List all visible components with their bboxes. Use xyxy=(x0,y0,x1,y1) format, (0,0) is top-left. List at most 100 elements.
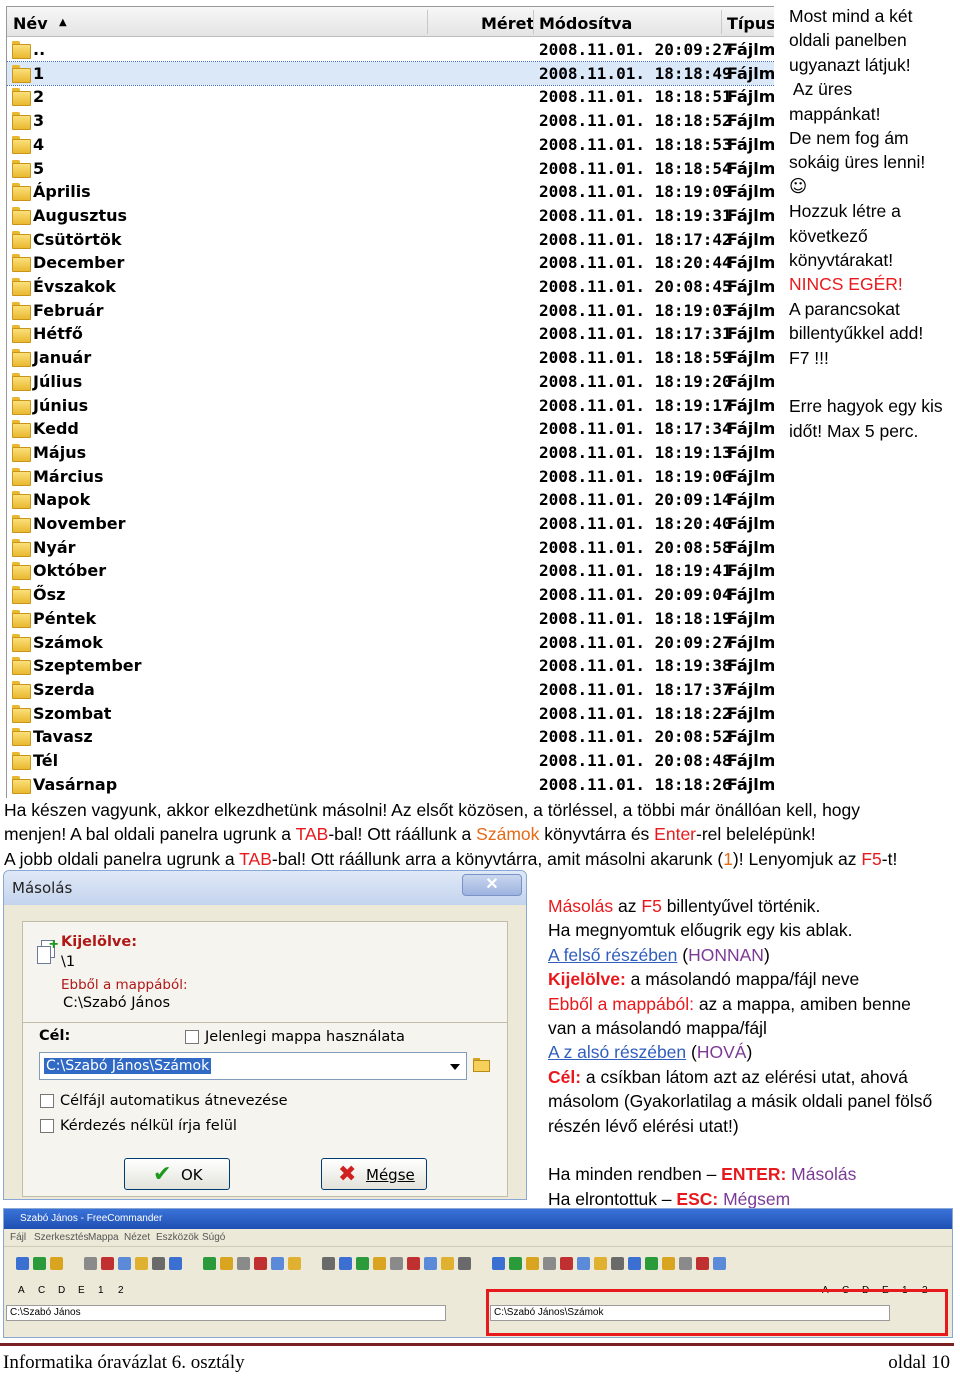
column-header-modified[interactable]: Módosítva xyxy=(539,14,632,33)
toolbar-button-icon[interactable] xyxy=(628,1257,641,1270)
drive-button[interactable]: E xyxy=(78,1285,85,1296)
overwrite-checkbox[interactable] xyxy=(40,1119,54,1133)
toolbar-button-icon[interactable] xyxy=(50,1257,63,1270)
toolbar-button-icon[interactable] xyxy=(288,1257,301,1270)
menu-help[interactable]: Súgó xyxy=(202,1232,225,1243)
toolbar-button-icon[interactable] xyxy=(526,1257,539,1270)
file-row[interactable]: Szombat 2008.11.01. 18:18:22 Fájlm xyxy=(7,702,774,726)
file-row[interactable]: Augusztus 2008.11.01. 18:19:31 Fájlm xyxy=(7,204,774,228)
toolbar-button-icon[interactable] xyxy=(662,1257,675,1270)
file-row[interactable]: Ősz 2008.11.01. 20:09:04 Fájlm xyxy=(7,583,774,607)
column-header-name[interactable]: Név xyxy=(13,14,48,33)
column-separator[interactable] xyxy=(721,10,722,34)
toolbar-button-icon[interactable] xyxy=(509,1257,522,1270)
file-row[interactable]: Tél 2008.11.01. 20:08:48 Fájlm xyxy=(7,749,774,773)
file-row[interactable]: Vasárnap 2008.11.01. 18:18:26 Fájlm xyxy=(7,773,774,797)
file-row[interactable]: Kedd 2008.11.01. 18:17:34 Fájlm xyxy=(7,417,774,441)
file-row[interactable]: Április 2008.11.01. 18:19:09 Fájlm xyxy=(7,180,774,204)
drive-button[interactable]: D xyxy=(58,1285,65,1296)
file-row[interactable]: Tavasz 2008.11.01. 20:08:52 Fájlm xyxy=(7,725,774,749)
file-row[interactable]: Szeptember 2008.11.01. 18:19:38 Fájlm xyxy=(7,654,774,678)
browse-folder-icon[interactable] xyxy=(473,1058,491,1072)
toolbar-button-icon[interactable] xyxy=(560,1257,573,1270)
file-row[interactable]: Csütörtök 2008.11.01. 18:17:42 Fájlm xyxy=(7,228,774,252)
toolbar-button-icon[interactable] xyxy=(492,1257,505,1270)
target-path-value[interactable]: C:\Szabó János\Számok xyxy=(44,1058,212,1074)
toolbar-button-icon[interactable] xyxy=(118,1257,131,1270)
file-row[interactable]: .. 2008.11.01. 20:09:27 Fájlm xyxy=(7,38,774,62)
file-row[interactable]: Péntek 2008.11.01. 18:18:19 Fájlm xyxy=(7,607,774,631)
file-row[interactable]: Hétfő 2008.11.01. 18:17:31 Fájlm xyxy=(7,322,774,346)
toolbar-button-icon[interactable] xyxy=(713,1257,726,1270)
drive-button[interactable]: 1 xyxy=(98,1285,104,1296)
file-row[interactable]: Január 2008.11.01. 18:18:59 Fájlm xyxy=(7,346,774,370)
column-separator[interactable] xyxy=(533,10,534,34)
toolbar-button-icon[interactable] xyxy=(696,1257,709,1270)
file-row[interactable]: Évszakok 2008.11.01. 20:08:45 Fájlm xyxy=(7,275,774,299)
toolbar-button-icon[interactable] xyxy=(390,1257,403,1270)
column-separator[interactable] xyxy=(427,10,428,34)
dialog-titlebar[interactable]: Másolás ✕ xyxy=(4,871,526,905)
toolbar-button-icon[interactable] xyxy=(611,1257,624,1270)
file-row[interactable]: Július 2008.11.01. 18:19:20 Fájlm xyxy=(7,370,774,394)
left-path-bar[interactable]: C:\Szabó János xyxy=(6,1305,446,1321)
drive-button[interactable]: C xyxy=(38,1285,45,1296)
column-header-type[interactable]: Típus xyxy=(727,14,774,33)
toolbar-button-icon[interactable] xyxy=(458,1257,471,1270)
file-row[interactable]: 3 2008.11.01. 18:18:52 Fájlm xyxy=(7,109,774,133)
file-row[interactable]: Március 2008.11.01. 18:19:06 Fájlm xyxy=(7,465,774,489)
file-row[interactable]: Május 2008.11.01. 18:19:13 Fájlm xyxy=(7,441,774,465)
file-row[interactable]: 1 2008.11.01. 18:18:49 Fájlm xyxy=(7,60,774,87)
toolbar-button-icon[interactable] xyxy=(679,1257,692,1270)
toolbar-button-icon[interactable] xyxy=(203,1257,216,1270)
toolbar-button-icon[interactable] xyxy=(237,1257,250,1270)
toolbar-button-icon[interactable] xyxy=(33,1257,46,1270)
menu-edit[interactable]: Szerkesztés xyxy=(34,1232,88,1243)
toolbar-button-icon[interactable] xyxy=(84,1257,97,1270)
file-row[interactable]: Számok 2008.11.01. 20:09:27 Fájlm xyxy=(7,631,774,655)
toolbar-button-icon[interactable] xyxy=(101,1257,114,1270)
dialog-close-button[interactable]: ✕ xyxy=(462,874,522,896)
toolbar-button-icon[interactable] xyxy=(543,1257,556,1270)
file-row[interactable]: Február 2008.11.01. 18:19:03 Fájlm xyxy=(7,299,774,323)
toolbar-button-icon[interactable] xyxy=(645,1257,658,1270)
file-row[interactable]: Nyár 2008.11.01. 20:08:58 Fájlm xyxy=(7,536,774,560)
file-row[interactable]: Június 2008.11.01. 18:19:17 Fájlm xyxy=(7,394,774,418)
drive-button[interactable]: A xyxy=(18,1285,25,1296)
menu-file[interactable]: Fájl xyxy=(10,1232,26,1243)
toolbar-button-icon[interactable] xyxy=(424,1257,437,1270)
toolbar-button-icon[interactable] xyxy=(135,1257,148,1270)
menu-tools[interactable]: Eszközök xyxy=(156,1232,199,1243)
menu-folder[interactable]: Mappa xyxy=(88,1232,119,1243)
toolbar-button-icon[interactable] xyxy=(441,1257,454,1270)
toolbar-button-icon[interactable] xyxy=(577,1257,590,1270)
file-row[interactable]: 5 2008.11.01. 18:18:54 Fájlm xyxy=(7,157,774,181)
file-row[interactable]: Szerda 2008.11.01. 18:17:37 Fájlm xyxy=(7,678,774,702)
file-row[interactable]: Október 2008.11.01. 18:19:41 Fájlm xyxy=(7,559,774,583)
toolbar-button-icon[interactable] xyxy=(322,1257,335,1270)
toolbar-button-icon[interactable] xyxy=(16,1257,29,1270)
toolbar-button-icon[interactable] xyxy=(169,1257,182,1270)
cancel-button[interactable]: ✖ Mégse xyxy=(321,1158,427,1190)
dropdown-arrow-icon[interactable] xyxy=(450,1064,460,1070)
auto-rename-checkbox[interactable] xyxy=(40,1094,54,1108)
ok-button[interactable]: ✔ OK xyxy=(124,1158,230,1190)
toolbar-button-icon[interactable] xyxy=(373,1257,386,1270)
file-row[interactable]: Napok 2008.11.01. 20:09:14 Fájlm xyxy=(7,488,774,512)
file-list-panel[interactable]: Név ▲ Méret Módosítva Típus .. 2008.11.01… xyxy=(6,6,774,798)
toolbar-button-icon[interactable] xyxy=(271,1257,284,1270)
toolbar-button-icon[interactable] xyxy=(356,1257,369,1270)
file-row[interactable]: 2 2008.11.01. 18:18:51 Fájlm xyxy=(7,85,774,109)
toolbar-button-icon[interactable] xyxy=(254,1257,267,1270)
drive-button[interactable]: 2 xyxy=(118,1285,124,1296)
toolbar-button-icon[interactable] xyxy=(339,1257,352,1270)
toolbar-button-icon[interactable] xyxy=(407,1257,420,1270)
toolbar-button-icon[interactable] xyxy=(152,1257,165,1270)
target-path-combo[interactable]: C:\Szabó János\Számok xyxy=(39,1052,467,1080)
menu-view[interactable]: Nézet xyxy=(124,1232,150,1243)
toolbar-button-icon[interactable] xyxy=(220,1257,233,1270)
fc-titlebar[interactable]: Szabó János - FreeCommander _▫✕ xyxy=(4,1209,952,1229)
use-current-folder-checkbox[interactable] xyxy=(185,1030,199,1044)
file-row[interactable]: 4 2008.11.01. 18:18:53 Fájlm xyxy=(7,133,774,157)
column-header-size[interactable]: Méret xyxy=(481,14,534,33)
